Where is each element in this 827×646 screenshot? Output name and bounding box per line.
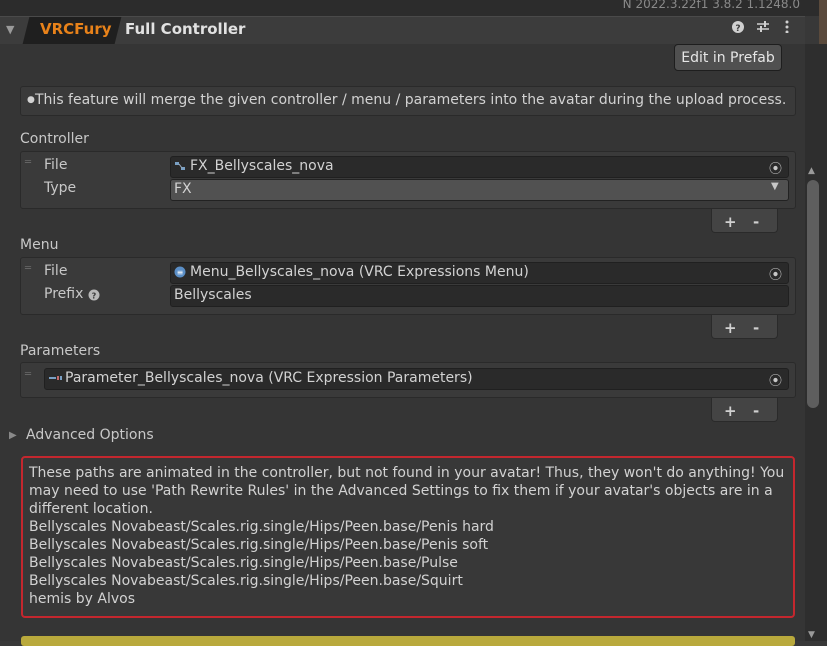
menu-prefix-input[interactable] — [170, 285, 789, 307]
drag-handle-icon[interactable]: ═ — [25, 157, 31, 168]
controller-file-label: File — [44, 157, 68, 173]
component-title: Full Controller — [125, 20, 246, 38]
next-warning-bar — [21, 636, 795, 646]
parameters-remove-button[interactable]: - — [753, 402, 759, 420]
menu-section-label: Menu — [20, 237, 59, 253]
menu-prefix-value: Bellyscales — [174, 287, 252, 303]
drag-handle-icon[interactable]: ═ — [25, 369, 31, 380]
advanced-options-foldout[interactable]: Advanced Options — [26, 427, 154, 443]
parameters-add-remove — [711, 398, 778, 422]
component-header[interactable]: ▼ VRCFury Full Controller ? — [0, 16, 805, 45]
menu-add-remove — [711, 315, 778, 339]
warning-line: These paths are animated in the controll… — [29, 465, 785, 481]
triangle-right-icon[interactable]: ▶ — [9, 430, 17, 441]
object-picker-icon[interactable]: ⦿ — [769, 264, 782, 283]
svg-text:?: ? — [92, 292, 97, 301]
help-icon[interactable]: ? — [88, 289, 100, 305]
menu-remove-button[interactable]: - — [753, 319, 759, 337]
brand-label: VRCFury — [40, 20, 112, 38]
warning-path: Bellyscales Novabeast/Scales.rig.single/… — [29, 573, 463, 589]
scrollbar-thumb[interactable] — [807, 180, 819, 408]
version-text: N 2022.3.22f1 3.8.2 1.1248.0 — [622, 0, 800, 11]
drag-handle-icon[interactable]: ═ — [25, 263, 31, 274]
controller-remove-button[interactable]: - — [753, 213, 759, 231]
parameters-file-value: Parameter_Bellyscales_nova (VRC Expressi… — [65, 370, 473, 386]
scroll-up-icon[interactable]: ▲ — [808, 166, 815, 176]
svg-text:?: ? — [735, 24, 740, 33]
parameters-section-label: Parameters — [20, 343, 101, 359]
controller-add-remove — [711, 209, 778, 233]
object-picker-icon[interactable]: ⦿ — [769, 158, 782, 177]
warning-line: may need to use 'Path Rewrite Rules' in … — [29, 483, 773, 499]
controller-file-value: FX_Bellyscales_nova — [190, 158, 334, 174]
info-icon: ● — [27, 95, 35, 105]
animator-controller-icon — [174, 160, 186, 176]
menu-prefix-label: Prefix — [44, 286, 84, 302]
help-icon[interactable]: ? — [731, 19, 745, 37]
expression-parameters-icon — [48, 372, 62, 388]
svg-text:≡: ≡ — [177, 268, 184, 277]
warning-line: different location. — [29, 501, 153, 517]
warning-path: Bellyscales Novabeast/Scales.rig.single/… — [29, 555, 458, 571]
controller-add-button[interactable]: + — [724, 213, 737, 231]
warning-path: hemis by Alvos — [29, 591, 135, 607]
chevron-down-icon[interactable]: ▼ — [771, 181, 779, 192]
menu-add-button[interactable]: + — [724, 319, 737, 337]
kebab-menu-icon[interactable] — [784, 19, 790, 37]
warning-path: Bellyscales Novabeast/Scales.rig.single/… — [29, 519, 494, 535]
expressions-menu-icon: ≡ — [174, 266, 186, 282]
controller-type-dropdown[interactable] — [170, 179, 789, 201]
preset-sliders-icon[interactable] — [756, 19, 770, 37]
scroll-down-icon[interactable]: ▼ — [808, 630, 815, 640]
menu-file-value: Menu_Bellyscales_nova (VRC Expressions M… — [190, 264, 529, 280]
info-text: This feature will merge the given contro… — [35, 92, 787, 108]
object-picker-icon[interactable]: ⦿ — [769, 370, 782, 389]
edit-in-prefab-button[interactable]: Edit in Prefab — [674, 44, 782, 71]
controller-section-label: Controller — [20, 131, 89, 147]
warning-path: Bellyscales Novabeast/Scales.rig.single/… — [29, 537, 489, 553]
menu-file-label: File — [44, 263, 68, 279]
parameters-add-button[interactable]: + — [724, 402, 737, 420]
triangle-down-icon[interactable]: ▼ — [6, 23, 14, 36]
controller-type-label: Type — [44, 180, 77, 196]
controller-type-value: FX — [174, 181, 192, 197]
